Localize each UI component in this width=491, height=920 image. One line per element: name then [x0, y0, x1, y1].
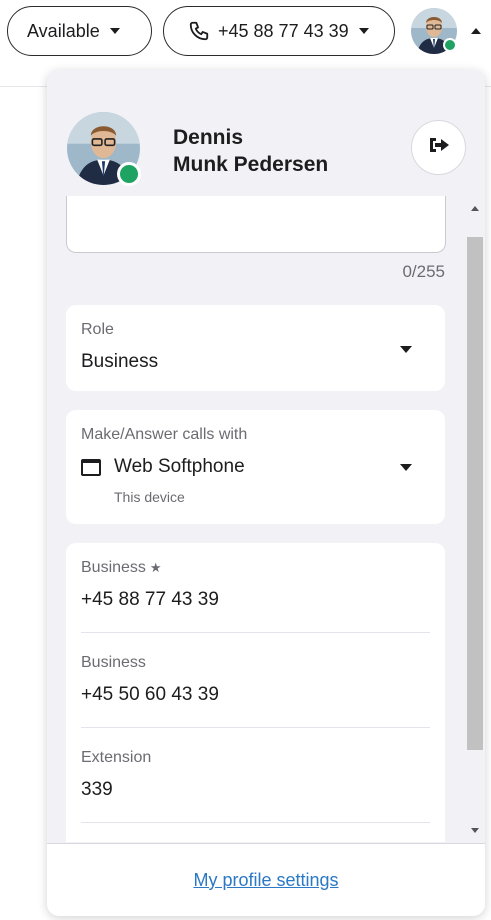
role-label: Role — [81, 321, 114, 338]
character-counter: 0/255 — [402, 262, 445, 281]
chevron-down-icon — [400, 464, 412, 471]
scroll-up-arrow[interactable] — [471, 206, 479, 211]
calls-with-label: Make/Answer calls with — [81, 426, 248, 443]
online-status-indicator — [443, 38, 457, 52]
calls-with-dropdown[interactable]: Make/Answer calls with Web Softphone Thi… — [66, 410, 445, 524]
chevron-down-icon — [109, 28, 120, 34]
number-value[interactable]: +45 88 77 43 39 — [81, 589, 219, 611]
profile-last-name: Munk Pedersen — [173, 153, 329, 176]
extension-value[interactable]: 339 — [81, 779, 113, 801]
logout-button[interactable] — [411, 120, 466, 175]
phone-number-dropdown[interactable]: +45 88 77 43 39 — [163, 6, 395, 56]
panel-footer: My profile settings — [47, 843, 485, 916]
top-bar: Available +45 88 77 43 39 — [0, 0, 491, 62]
chevron-up-icon[interactable] — [471, 28, 481, 34]
number-label: Business — [81, 654, 146, 671]
number-label: Business ★ — [81, 559, 162, 577]
divider — [81, 822, 430, 823]
logout-icon — [428, 136, 450, 159]
divider — [81, 727, 430, 728]
number-type: Business — [81, 559, 146, 576]
scrollbar-thumb[interactable] — [467, 237, 483, 750]
number-value[interactable]: +45 50 60 43 39 — [81, 684, 219, 706]
role-dropdown[interactable]: Role Business — [66, 305, 445, 391]
profile-header: Dennis Munk Pedersen — [47, 70, 485, 200]
phone-numbers-card: Business ★ +45 88 77 43 39 Business +45 5… — [66, 543, 445, 842]
calls-with-value: Web Softphone — [114, 456, 245, 477]
status-dropdown[interactable]: Available — [7, 6, 152, 56]
role-value: Business — [81, 351, 159, 372]
browser-window-icon — [81, 459, 101, 476]
profile-panel: Dennis Munk Pedersen 0/255 Role Business — [47, 70, 485, 916]
profile-first-name: Dennis — [173, 126, 244, 149]
chevron-down-icon — [358, 28, 369, 34]
chevron-down-icon — [400, 346, 412, 353]
divider — [81, 632, 430, 633]
phone-number: +45 88 77 43 39 — [218, 20, 349, 41]
my-profile-settings-link[interactable]: My profile settings — [47, 870, 485, 891]
calls-with-subtext: This device — [114, 489, 185, 505]
extension-label: Extension — [81, 749, 152, 766]
phone-icon — [188, 20, 210, 42]
profile-scroll-area[interactable]: 0/255 Role Business Make/Answer calls wi… — [47, 196, 485, 842]
profile-name: Dennis Munk Pedersen — [173, 124, 328, 178]
status-message-textarea[interactable] — [66, 196, 446, 253]
scrollbar[interactable] — [467, 196, 483, 842]
star-icon: ★ — [149, 560, 162, 575]
scroll-down-arrow[interactable] — [471, 828, 479, 833]
online-status-indicator — [117, 162, 141, 186]
status-label: Available — [27, 20, 100, 41]
